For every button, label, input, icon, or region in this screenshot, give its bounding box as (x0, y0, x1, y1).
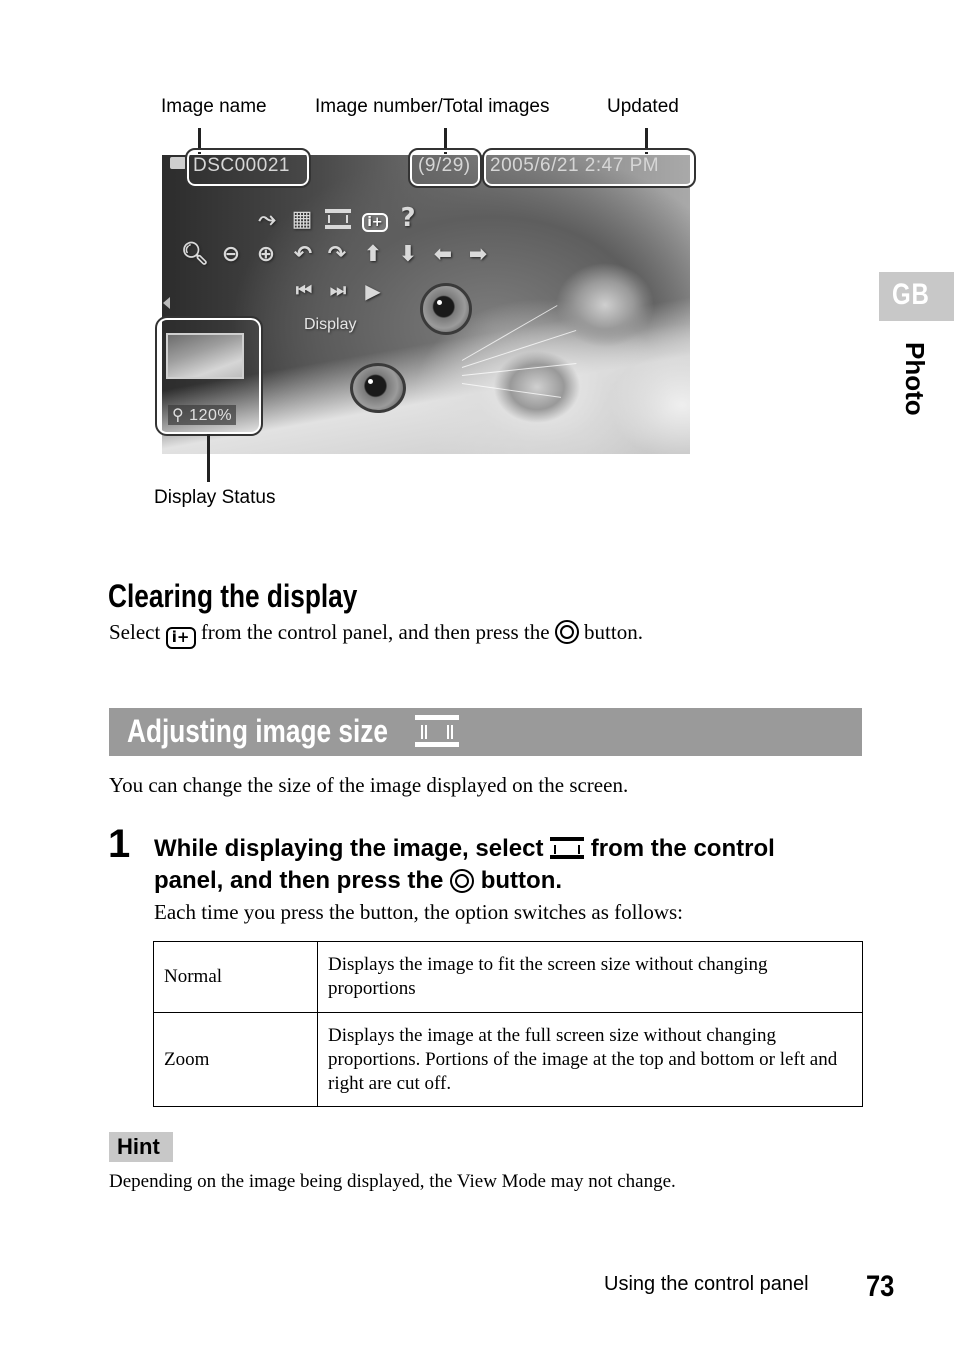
cat-eye-lower (350, 363, 406, 413)
step-number: 1 (108, 822, 131, 866)
step-instruction-line1: While displaying the image, select from … (154, 835, 775, 863)
region-tab: GB (879, 272, 954, 321)
image-size-icon[interactable] (323, 209, 353, 234)
clear-display-icon: i+ (165, 627, 196, 649)
callout-image-number: Image number/Total images (315, 96, 550, 117)
callout-image-name: Image name (161, 96, 267, 117)
mode-name-cell: Normal (153, 941, 318, 1013)
highlight-updated (482, 148, 696, 188)
zoom-level-value: 120% (189, 407, 233, 424)
hint-text: Depending on the image being displayed, … (109, 1171, 676, 1192)
callout-display-status: Display Status (154, 487, 276, 508)
instruction-text: from the control panel, and then press t… (195, 620, 555, 644)
clearing-display-instruction: Select i+ from the control panel, and th… (109, 620, 643, 649)
view-mode-table: Normal Displays the image to fit the scr… (153, 941, 863, 1107)
step-text: button. (474, 867, 563, 894)
clearing-display-heading: Clearing the display (108, 578, 358, 614)
leader-line-display-status (207, 434, 210, 482)
region-tab-label: GB (892, 278, 930, 311)
callout-updated: Updated (607, 96, 679, 117)
instruction-text: Select (109, 620, 166, 644)
zoom-level-readout: ⚲ 120% (168, 405, 237, 425)
zoom-out-icon[interactable]: ⊖ (217, 244, 245, 266)
adjusting-intro-text: You can change the size of the image dis… (109, 773, 629, 797)
mode-description-cell: Displays the image at the full screen si… (317, 1012, 863, 1107)
scroll-left-icon[interactable]: ⬅ (429, 244, 457, 266)
cat-whisker (461, 362, 577, 376)
cat-whisker (461, 383, 562, 398)
control-panel-selected-label: Display (304, 316, 357, 333)
camera-icon (170, 157, 186, 169)
rotate-right-icon[interactable]: ↷ (323, 244, 351, 266)
panel-left-arrow-icon (163, 297, 170, 309)
scroll-right-icon[interactable]: ➡ (464, 244, 492, 266)
image-size-icon (550, 837, 585, 859)
highlight-image-name (185, 148, 311, 188)
magnifier-icon: ⚲ (172, 407, 185, 424)
highlight-image-number (408, 148, 482, 188)
step-text: from the control (584, 835, 775, 862)
table-row: Zoom Displays the image at the full scre… (153, 1012, 863, 1107)
hint-badge: Hint (109, 1132, 173, 1162)
instruction-text: button. (578, 620, 643, 644)
adjusting-image-size-heading: Adjusting image size (127, 713, 388, 750)
help-icon[interactable]: ? (394, 205, 422, 231)
thumbnail-preview (166, 333, 244, 379)
cat-eye-upper (420, 283, 472, 335)
scroll-up-icon[interactable]: ⬆ (359, 244, 387, 266)
table-row: Normal Displays the image to fit the scr… (153, 941, 863, 1013)
step-text: While displaying the image, select (154, 835, 551, 862)
slideshow-settings-icon[interactable]: ▦ (288, 209, 316, 231)
section-title-text: Adjusting image size (127, 713, 388, 749)
chapter-tab-label: Photo (900, 342, 930, 416)
step-note: Each time you press the button, the opti… (154, 900, 683, 924)
zoom-reset-icon[interactable]: 🔍︎ (181, 244, 209, 266)
step-text: panel, and then press the (154, 867, 451, 894)
play-icon[interactable]: ▶ (358, 280, 388, 302)
image-size-icon (415, 715, 461, 749)
rotate-left-icon[interactable]: ↶ (289, 244, 317, 266)
step-instruction-line2: panel, and then press the button. (154, 867, 562, 895)
circle-button-icon (554, 620, 579, 644)
scroll-down-icon[interactable]: ⬇ (394, 244, 422, 266)
clear-display-icon[interactable]: i+ (360, 209, 390, 232)
circle-button-icon (450, 869, 475, 893)
slideshow-icon[interactable]: ⤳ (253, 209, 281, 231)
mode-name-cell: Zoom (153, 1012, 318, 1107)
page-number: 73 (866, 1270, 895, 1303)
footer-section-title: Using the control panel (604, 1273, 809, 1295)
next-icon[interactable]: ⏭ (322, 280, 354, 302)
previous-icon[interactable]: ⏮ (288, 280, 320, 302)
mode-description-cell: Displays the image to fit the screen siz… (317, 941, 863, 1013)
zoom-in-icon[interactable]: ⊕ (252, 244, 280, 266)
hint-label: Hint (117, 1134, 160, 1159)
